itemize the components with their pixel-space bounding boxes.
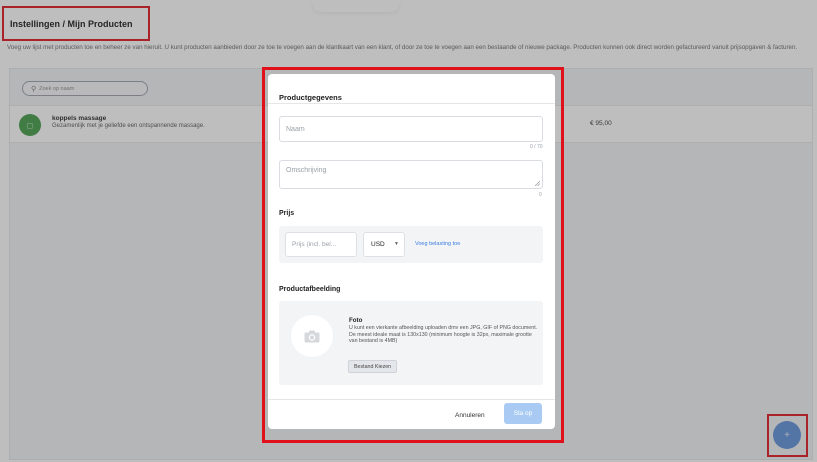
modal-title: Productgegevens <box>279 93 342 102</box>
photo-description: U kunt een vierkante afbeelding uploaden… <box>349 325 538 344</box>
currency-select[interactable]: USD ▼ <box>363 232 405 257</box>
description-placeholder: Omschrijving <box>286 167 327 174</box>
product-details-modal: Productgegevens Naam 0 / 70 Omschrijving… <box>268 74 555 429</box>
name-field[interactable]: Naam <box>279 116 543 142</box>
currency-value: USD <box>371 241 385 248</box>
name-char-counter: 0 / 70 <box>530 144 543 150</box>
description-char-counter: 0 <box>539 192 542 198</box>
camera-icon <box>304 330 320 342</box>
cancel-button[interactable]: Annuleren <box>455 412 485 419</box>
save-button[interactable]: Sla op <box>504 403 542 424</box>
modal-footer: Annuleren Sla op <box>268 399 555 429</box>
chevron-down-icon: ▼ <box>394 241 399 247</box>
price-placeholder: Prijs (incl. bel... <box>292 241 337 248</box>
resize-handle-icon[interactable] <box>535 181 540 186</box>
photo-title: Foto <box>349 317 363 324</box>
add-tax-link[interactable]: Voeg belasting toe <box>415 241 460 247</box>
choose-file-button[interactable]: Bestand Kiezen <box>348 360 398 373</box>
price-input[interactable]: Prijs (incl. bel... <box>285 232 357 257</box>
name-placeholder: Naam <box>286 126 305 133</box>
image-section-label: Productafbeelding <box>279 286 341 293</box>
modal-header: Productgegevens <box>268 74 555 104</box>
price-section-label: Prijs <box>279 210 295 217</box>
price-panel: Prijs (incl. bel... USD ▼ Voeg belasting… <box>279 226 543 263</box>
description-field[interactable]: Omschrijving <box>279 160 543 189</box>
image-placeholder[interactable] <box>291 315 333 357</box>
image-upload-panel: Foto U kunt een vierkante afbeelding upl… <box>279 301 543 385</box>
